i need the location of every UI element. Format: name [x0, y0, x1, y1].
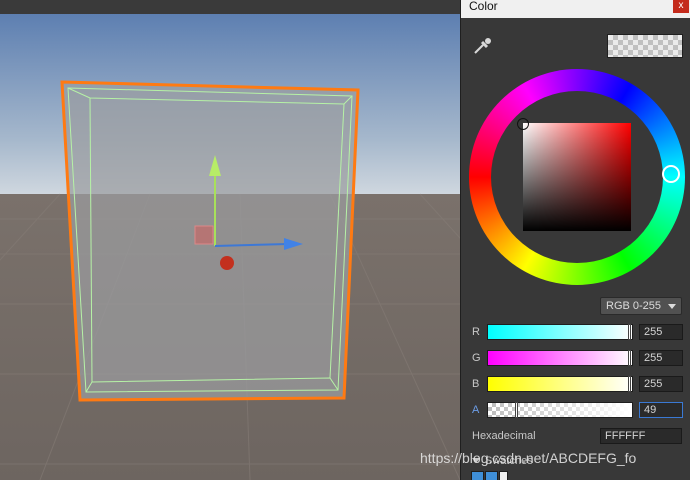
swatch-tile[interactable]: [471, 471, 484, 480]
color-wheel[interactable]: [469, 69, 685, 285]
triangle-down-icon[interactable]: [472, 458, 480, 463]
hue-handle[interactable]: [662, 165, 680, 183]
channel-g-slider[interactable]: [487, 350, 633, 366]
swatch-tile[interactable]: [485, 471, 498, 480]
unity-editor: Color x RGB 0-255 R 255 G 255 B 255 A 49…: [0, 0, 690, 480]
chevron-down-icon: [668, 304, 676, 309]
z-axis-handle: [220, 256, 234, 270]
channel-b-label: B: [472, 378, 480, 390]
swatches-label[interactable]: Swatches: [485, 455, 533, 467]
saturation-value-square[interactable]: [523, 123, 631, 231]
channel-a-slider[interactable]: [487, 402, 633, 418]
swatch-tile[interactable]: [499, 471, 508, 480]
channel-b-thumb[interactable]: [628, 376, 631, 392]
channel-r-slider[interactable]: [487, 324, 633, 340]
scene-canvas[interactable]: [0, 14, 460, 480]
color-preview: [607, 34, 683, 58]
close-icon: x: [678, 0, 684, 11]
channel-a-field[interactable]: 49: [639, 402, 683, 418]
channel-a-label: A: [472, 404, 480, 416]
title-bar[interactable]: Color x: [461, 0, 690, 18]
scene-view[interactable]: [0, 0, 460, 480]
channel-r-thumb[interactable]: [628, 324, 631, 340]
channel-g-thumb[interactable]: [628, 350, 631, 366]
hexadecimal-field[interactable]: FFFFFF: [600, 428, 682, 444]
channel-a-thumb[interactable]: [515, 402, 518, 418]
channel-b-field[interactable]: 255: [639, 376, 683, 392]
channel-b-slider[interactable]: [487, 376, 633, 392]
window-title: Color: [469, 0, 498, 13]
color-picker-window: Color x RGB 0-255 R 255 G 255 B 255 A 49…: [460, 0, 690, 480]
color-mode-dropdown[interactable]: RGB 0-255: [600, 297, 682, 315]
channel-g-label: G: [472, 352, 481, 364]
channel-r-label: R: [472, 326, 480, 338]
hexadecimal-label: Hexadecimal: [472, 430, 536, 442]
scene-toolbar: [0, 0, 460, 15]
eyedropper-icon[interactable]: [471, 36, 493, 56]
channel-g-field[interactable]: 255: [639, 350, 683, 366]
plane-handle: [194, 225, 214, 245]
close-button[interactable]: x: [673, 0, 689, 13]
saturation-value-handle[interactable]: [517, 118, 529, 130]
color-mode-label: RGB 0-255: [606, 300, 662, 312]
channel-r-field[interactable]: 255: [639, 324, 683, 340]
